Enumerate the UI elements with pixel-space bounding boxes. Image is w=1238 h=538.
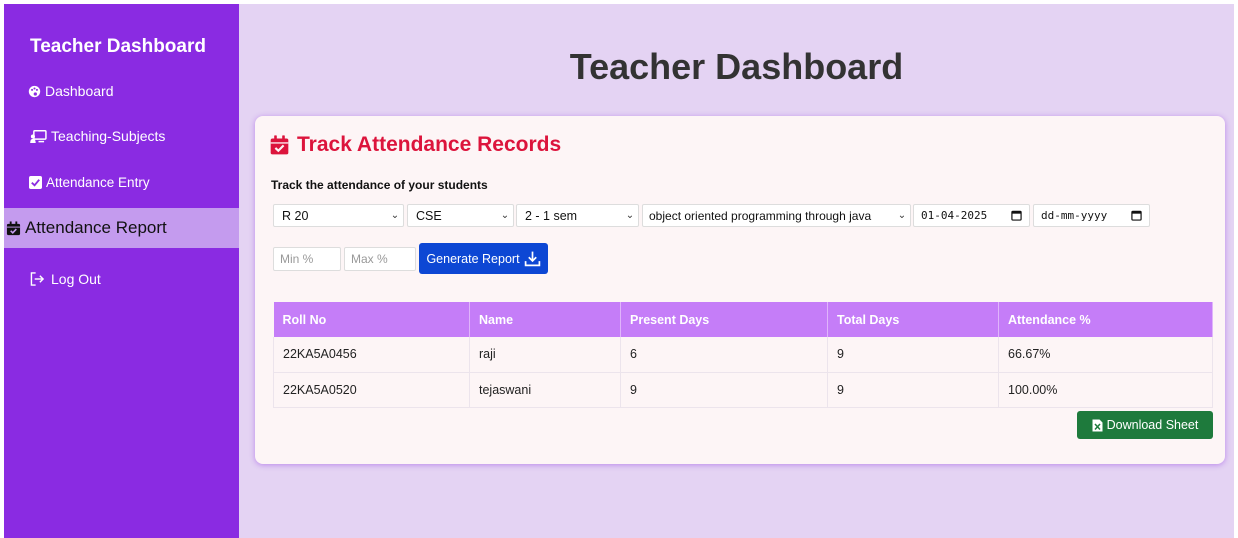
max-percent-input[interactable] [344, 247, 416, 271]
cell-present-days: 9 [620, 372, 828, 408]
branch-select-value: CSE [416, 208, 442, 223]
sidebar-item-dashboard[interactable]: Dashboard [4, 72, 239, 110]
card-title-text: Track Attendance Records [297, 133, 562, 156]
column-header-present-days: Present Days [620, 302, 828, 337]
cell-name: raji [469, 337, 621, 373]
download-sheet-label: Download Sheet [1106, 418, 1199, 432]
card-title: Track Attendance Records [270, 133, 561, 157]
column-header-attendance-percent: Attendance % [998, 302, 1213, 337]
attendance-table: Roll No Name Present Days Total Days Att… [273, 302, 1213, 408]
regulation-select-value: R 20 [282, 208, 309, 223]
chevron-down-icon: ⌄ [625, 210, 635, 221]
to-date-value: dd-mm-yyyy [1041, 209, 1108, 222]
cell-total-days: 9 [827, 337, 999, 373]
logout-icon [30, 272, 45, 286]
sidebar-item-label: Teaching-Subjects [51, 128, 166, 144]
chalkboard-teacher-icon [30, 129, 47, 143]
to-date-input[interactable]: dd-mm-yyyy [1033, 204, 1150, 227]
cell-attendance-percent: 66.67% [998, 337, 1213, 373]
palette-icon [28, 85, 41, 98]
sidebar-item-label: Attendance Entry [46, 174, 150, 190]
generate-report-label: Generate Report [426, 251, 520, 266]
sidebar: Teacher Dashboard Dashboard Teaching-Sub… [4, 4, 239, 538]
from-date-value: 01-04-2025 [921, 209, 988, 222]
table-row: 22KA5A0520 tejaswani 9 9 100.00% [273, 372, 1213, 408]
sidebar-item-attendance-report[interactable]: Attendance Report [4, 208, 239, 248]
download-icon [524, 250, 541, 267]
cell-attendance-percent: 100.00% [998, 372, 1213, 408]
sidebar-item-label: Attendance Report [25, 218, 167, 237]
cell-name: tejaswani [469, 372, 621, 408]
download-sheet-button[interactable]: Download Sheet [1077, 411, 1213, 439]
semester-select-value: 2 - 1 sem [525, 208, 578, 223]
attendance-report-card: Track Attendance Records Track the atten… [255, 116, 1225, 464]
calendar-icon[interactable] [1131, 210, 1149, 221]
branch-select[interactable]: CSE ⌄ [407, 204, 514, 227]
table-row: 22KA5A0456 raji 6 9 66.67% [273, 337, 1213, 373]
chevron-down-icon: ⌄ [500, 210, 510, 221]
subject-select-value: object oriented programming through java [649, 208, 872, 223]
from-date-input[interactable]: 01-04-2025 [913, 204, 1030, 227]
calendar-check-icon [270, 135, 289, 155]
table-header-row: Roll No Name Present Days Total Days Att… [273, 302, 1213, 337]
sidebar-title: Teacher Dashboard [30, 36, 206, 57]
generate-report-button[interactable]: Generate Report [419, 243, 548, 274]
excel-file-icon [1092, 419, 1103, 432]
app-frame: Teacher Dashboard Dashboard Teaching-Sub… [4, 4, 1234, 538]
column-header-total-days: Total Days [827, 302, 999, 337]
sidebar-item-attendance-entry[interactable]: Attendance Entry [4, 163, 239, 201]
column-header-roll-no: Roll No [273, 302, 470, 337]
min-percent-input[interactable] [273, 247, 341, 271]
column-header-name: Name [469, 302, 621, 337]
regulation-select[interactable]: R 20 ⌄ [273, 204, 404, 227]
chevron-down-icon: ⌄ [390, 210, 400, 221]
sidebar-item-teaching-subjects[interactable]: Teaching-Subjects [4, 117, 239, 155]
cell-roll-no: 22KA5A0520 [273, 372, 470, 408]
sidebar-item-logout[interactable]: Log Out [4, 260, 239, 298]
page-title: Teacher Dashboard [569, 46, 904, 87]
card-subtitle: Track the attendance of your students [271, 178, 488, 192]
check-square-icon [29, 175, 42, 189]
sidebar-item-label: Dashboard [45, 83, 114, 99]
cell-total-days: 9 [827, 372, 999, 408]
subject-select[interactable]: object oriented programming through java… [642, 204, 911, 227]
cell-roll-no: 22KA5A0456 [273, 337, 470, 373]
calendar-icon[interactable] [1011, 210, 1029, 221]
sidebar-item-label: Log Out [51, 271, 101, 287]
calendar-check-icon [6, 220, 21, 236]
cell-present-days: 6 [620, 337, 828, 373]
semester-select[interactable]: 2 - 1 sem ⌄ [516, 204, 639, 227]
chevron-down-icon: ⌄ [897, 210, 907, 221]
